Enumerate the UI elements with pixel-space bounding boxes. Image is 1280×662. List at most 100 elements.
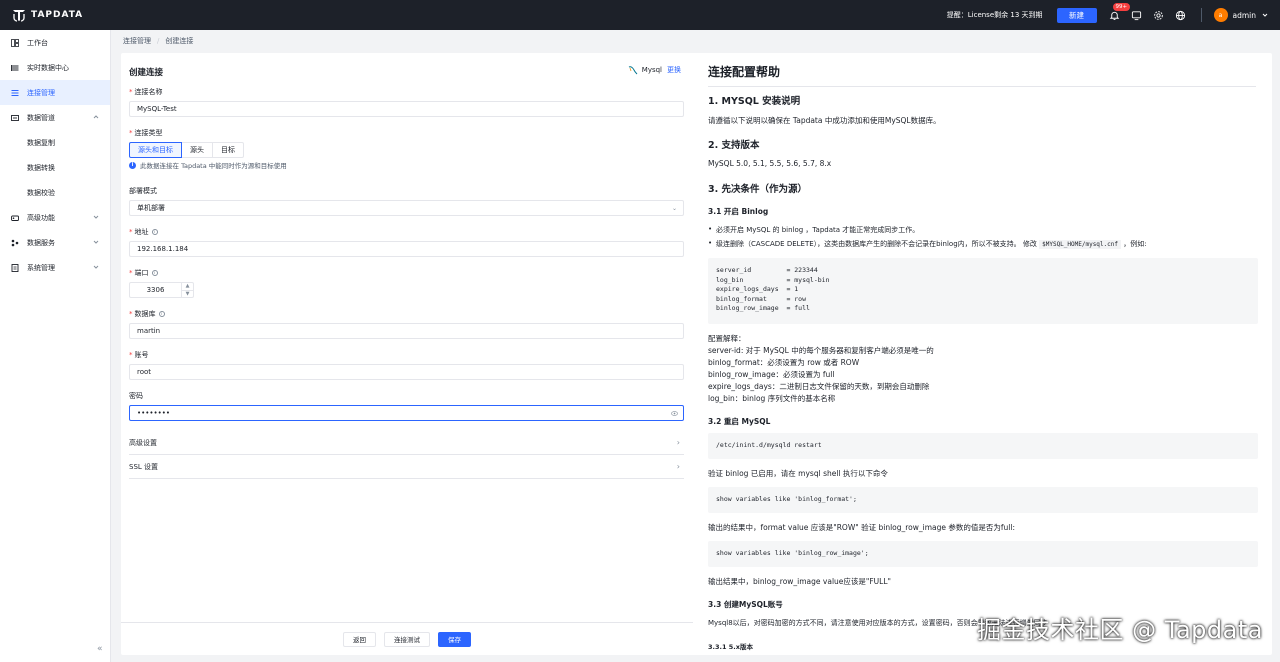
- password-value: ••••••••: [137, 409, 171, 417]
- breadcrumb-link[interactable]: 连接管理: [123, 36, 151, 46]
- inline-code: $MYSQL_HOME/mysql.cnf: [1039, 240, 1121, 249]
- help-text: binlog_row_image：必须设置为 full: [708, 370, 835, 379]
- chevron-right-icon: ›: [676, 462, 680, 471]
- username[interactable]: admin: [1233, 11, 1257, 20]
- breadcrumb: 连接管理 / 创建连接: [112, 30, 1280, 52]
- sidebar-item-label: 数据管道: [27, 113, 55, 122]
- increment-icon[interactable]: ▲: [182, 283, 193, 291]
- help-text: 输出的结果中，format value 应该是"ROW" 验证 binlog_r…: [708, 523, 1015, 532]
- sidebar-item-label: 实时数据中心: [27, 63, 69, 72]
- help-text: MySQL 5.0, 5.1, 5.5, 5.6, 5.7, 8.x: [708, 159, 832, 168]
- radio-source-and-target[interactable]: 源头和目标: [129, 142, 182, 158]
- logo[interactable]: TAPDATA: [12, 8, 83, 22]
- language-globe-icon[interactable]: [1175, 9, 1187, 21]
- sidebar-item-data-center[interactable]: 实时数据中心: [0, 55, 110, 80]
- new-button[interactable]: 新建: [1056, 7, 1097, 23]
- type-tip: i 此数据连接在 Tapdata 中能同时作为源和目标使用: [129, 160, 287, 170]
- radio-source[interactable]: 源头: [181, 142, 213, 158]
- sidebar-subitem-verify[interactable]: 数据校验: [0, 180, 110, 205]
- sidebar-subitem-replication[interactable]: 数据复制: [0, 130, 110, 155]
- connection-type-radio-group: 源头和目标 源头 目标: [129, 142, 244, 158]
- help-text: 请遵循以下说明以确保在 Tapdata 中成功添加和使用MySQL数据库。: [708, 116, 941, 125]
- notification-badge: 99+: [1112, 3, 1131, 11]
- change-db-type-link[interactable]: 更换: [667, 65, 681, 75]
- eye-icon[interactable]: [671, 410, 678, 417]
- notification-bell-icon[interactable]: 99+: [1109, 3, 1131, 21]
- data-center-icon: [11, 64, 19, 71]
- sidebar-item-data-service[interactable]: 数据服务: [0, 230, 110, 255]
- code-block-binlog-format: show variables like 'binlog_format';: [708, 487, 1258, 513]
- stepper-controls: ▲ ▼: [181, 283, 193, 297]
- account-input[interactable]: root: [129, 364, 684, 380]
- name-label: * 连接名称: [129, 88, 163, 96]
- collapse-sidebar-button[interactable]: «: [97, 644, 103, 654]
- help-text: server-id: 对于 MySQL 中的每个服务器和复制客户端必须是唯一的: [708, 346, 934, 355]
- chevron-down-icon: ⌄: [671, 205, 677, 212]
- chevron-down-icon[interactable]: [1262, 12, 1268, 18]
- sidebar-item-advanced[interactable]: 高级功能: [0, 205, 110, 230]
- help-heading-prereq: 3. 先决条件（作为源）: [708, 184, 808, 195]
- connection-name-input[interactable]: MySQL-Test: [129, 101, 684, 117]
- connection-icon: [11, 89, 19, 96]
- help-heading-install: 1. MYSQL 安装说明: [708, 96, 801, 107]
- sidebar-item-label: 数据服务: [27, 238, 55, 247]
- chevron-down-icon: [93, 215, 99, 219]
- help-panel: 连接配置帮助 1. MYSQL 安装说明 请遵循以下说明以确保在 Tapdata…: [707, 53, 1258, 655]
- watermark: 掘金技术社区 @ Tapdata: [977, 616, 1263, 644]
- sidebar-item-pipeline[interactable]: 数据管道: [0, 105, 110, 130]
- main-panel: 创建连接 Mysql 更换 * 连接名称 MySQL-Test * 连接类型 源头和…: [121, 53, 1272, 655]
- chevron-right-icon: ›: [676, 438, 680, 447]
- help-text: 配置解释：: [708, 334, 746, 343]
- settings-gear-icon[interactable]: [1153, 9, 1165, 21]
- monitor-icon[interactable]: [1131, 9, 1143, 21]
- help-title: 连接配置帮助: [708, 63, 1256, 87]
- chevron-down-icon: [93, 240, 99, 244]
- save-button[interactable]: 保存: [438, 631, 471, 647]
- help-icon: i: [158, 311, 165, 317]
- port-value: 3306: [146, 286, 165, 294]
- advanced-settings-label: 高级设置: [129, 438, 157, 447]
- system-icon: [11, 263, 19, 272]
- password-input[interactable]: ••••••••: [129, 405, 684, 421]
- help-icon: i: [151, 270, 158, 276]
- address-input[interactable]: 192.168.1.184: [129, 241, 684, 257]
- db-type-label: Mysql: [641, 66, 662, 74]
- password-label: 密码: [129, 392, 143, 400]
- sidebar-item-workbench[interactable]: 工作台: [0, 30, 110, 55]
- back-button[interactable]: 返回: [343, 631, 376, 647]
- database-input[interactable]: martin: [129, 323, 684, 339]
- port-stepper[interactable]: 3306 ▲ ▼: [129, 282, 194, 298]
- help-icon: i: [151, 229, 158, 235]
- radio-target[interactable]: 目标: [212, 142, 244, 158]
- address-label: * 地址 i: [129, 227, 158, 237]
- breadcrumb-separator: /: [157, 37, 160, 45]
- help-subheading-restart: 3.2 重启 MySQL: [708, 417, 771, 426]
- chevron-down-icon: [93, 265, 99, 269]
- mysql-dolphin-icon: [628, 66, 638, 75]
- sidebar: 工作台 实时数据中心 连接管理 数据管道 数据复制 数据转换 数据校验 高级功能…: [0, 30, 111, 662]
- service-icon: [11, 239, 19, 246]
- ssl-settings-toggle[interactable]: SSL 设置 ›: [129, 455, 684, 479]
- deploy-mode-select[interactable]: 单机部署 ⌄: [129, 200, 684, 216]
- help-subheading-5x: 3.3.1 5.x版本: [708, 643, 753, 651]
- sidebar-item-system[interactable]: 系统管理: [0, 255, 110, 280]
- test-connection-button[interactable]: 连接测试: [384, 631, 430, 647]
- avatar[interactable]: a: [1213, 8, 1228, 22]
- type-label: * 连接类型: [129, 129, 163, 137]
- advanced-settings-toggle[interactable]: 高级设置 ›: [129, 431, 684, 455]
- form-footer: 返回 连接测试 保存: [121, 622, 693, 655]
- help-subheading-binlog: 3.1 开启 Binlog: [708, 207, 769, 216]
- workbench-icon: [11, 38, 19, 47]
- decrement-icon[interactable]: ▼: [182, 291, 193, 298]
- deploy-mode-value: 单机部署: [137, 204, 165, 212]
- ssl-settings-label: SSL 设置: [129, 462, 159, 471]
- sidebar-subitem-transform[interactable]: 数据转换: [0, 155, 110, 180]
- port-label: * 端口 i: [129, 268, 158, 278]
- account-label: * 账号: [129, 351, 149, 359]
- license-notice: 提醒：License剩余 13 天到期: [946, 11, 1043, 19]
- help-text: log_bin：binlog 序列文件的基本名称: [708, 394, 836, 403]
- help-list-item: 级连删除（CASCADE DELETE），这类由数据库产生的删除不会记录在bin…: [708, 239, 1147, 249]
- sidebar-item-connections[interactable]: 连接管理: [0, 80, 110, 105]
- database-label: * 数据库 i: [129, 309, 165, 319]
- help-text: expire_logs_days：二进制日志文件保留的天数，到期会自动删除: [708, 382, 930, 391]
